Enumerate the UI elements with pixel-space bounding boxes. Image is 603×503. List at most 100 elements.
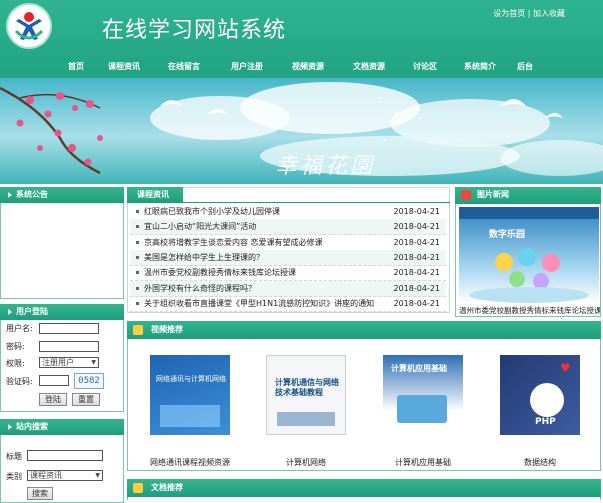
chevron-down-icon: ▼	[91, 359, 96, 366]
nav-item-docs[interactable]: 文档资源	[353, 61, 385, 72]
news-row[interactable]: 京高校将增教学生谈恋爱内容 恋爱课有望成必修课 2018-04-21	[130, 235, 446, 251]
nav-item-forum[interactable]: 讨论区	[413, 61, 437, 72]
bullet-icon	[136, 271, 139, 274]
news-header: 课程资讯	[127, 187, 183, 203]
photo-news-header: 图片新闻	[455, 187, 601, 204]
login-header: 用户登陆	[0, 304, 124, 320]
nav-item-video[interactable]: 视频资源	[292, 61, 324, 72]
video-cover-graphic	[160, 405, 220, 427]
news-header-line	[183, 202, 450, 203]
nav-item-home[interactable]: 首页	[68, 61, 84, 72]
password-label: 密码:	[6, 342, 25, 351]
news-item-title[interactable]: 红眼病已致我市个别小学及幼儿园停课	[144, 204, 280, 219]
link-separator: |	[527, 9, 531, 18]
add-favorite-link[interactable]: 加入收藏	[533, 9, 565, 18]
captcha-image[interactable]: 0582	[74, 373, 104, 389]
login-button[interactable]: 登陆	[39, 393, 67, 406]
video-cover[interactable]: 计算机应用基础	[383, 355, 463, 435]
role-label: 权限:	[6, 359, 25, 368]
bullet-icon	[136, 302, 139, 305]
top-links: 设为首页 | 加入收藏	[493, 8, 565, 19]
video-cover-text: 计算机应用基础	[391, 364, 447, 373]
news-row[interactable]: 宜山二小启动“阳光大课间”活动 2018-04-21	[130, 219, 446, 235]
video-cover-graphic	[277, 412, 335, 426]
video-cover-graphic	[530, 383, 564, 417]
news-item-title[interactable]: 京高校将增教学生谈恋爱内容 恋爱课有望成必修课	[144, 235, 323, 250]
news-title: 课程资讯	[137, 190, 169, 199]
video-cover-text: PHP	[535, 417, 556, 427]
nav-item-guestbook[interactable]: 在线留言	[168, 61, 200, 72]
username-input[interactable]	[39, 323, 99, 334]
news-row[interactable]: 红眼病已致我市个别小学及幼儿园停课 2018-04-21	[130, 204, 446, 220]
video-header: 视频推荐	[127, 321, 601, 339]
role-select[interactable]: 注册用户 ▼	[39, 357, 99, 368]
docs-header: 文档推荐	[127, 479, 601, 497]
video-label[interactable]: 数据结构	[496, 457, 584, 468]
bullet-icon	[136, 241, 139, 244]
site-title: 在线学习网站系统	[102, 18, 287, 43]
main-nav: 首页 课程资讯 在线留言 用户注册 视频资源 文档资源 讨论区 系统简介 后台	[0, 57, 603, 77]
bullet-icon	[136, 210, 139, 213]
news-row[interactable]: 温州市委党校副教授秀倩标来钱库论坛授课 2018-04-21	[130, 265, 446, 281]
news-item-title[interactable]: 宜山二小启动“阳光大课间”活动	[144, 219, 256, 234]
photo-icon	[461, 190, 471, 200]
nav-item-about[interactable]: 系统简介	[464, 61, 496, 72]
nav-item-register[interactable]: 用户注册	[231, 61, 263, 72]
news-row[interactable]: 关于组织收看市直播课堂《甲型H1N1流感防控知识》讲座的通知 2018-04-21	[130, 296, 446, 312]
set-home-link[interactable]: 设为首页	[493, 9, 525, 18]
chevron-down-icon: ▼	[95, 472, 100, 479]
username-label: 用户名:	[6, 324, 33, 333]
site-logo	[8, 5, 50, 47]
triangle-icon	[8, 423, 12, 430]
search-header: 站内搜索	[0, 419, 124, 435]
announcement-header: 系统公告	[0, 187, 124, 203]
search-button[interactable]: 搜索	[27, 487, 53, 500]
search-category-value: 课程资讯	[30, 471, 62, 480]
video-cover-graphic	[397, 395, 447, 423]
banner-image: 幸福花園	[0, 78, 603, 184]
search-category-label: 类别	[6, 472, 22, 481]
bullet-icon	[136, 256, 139, 259]
news-item-date: 2018-04-21	[393, 284, 441, 293]
nav-item-course-news[interactable]: 课程资讯	[108, 61, 140, 72]
video-cover-text: 网络通讯与计算机网络	[156, 375, 226, 383]
news-item-date: 2018-04-21	[393, 253, 441, 262]
news-item-date: 2018-04-21	[393, 207, 441, 216]
photo-news-caption[interactable]: 温州市委党校副教授秀倩标来钱库论坛授课	[459, 305, 600, 316]
news-row[interactable]: 外国学校有什么奇怪的课程吗？ 2018-04-21	[130, 281, 446, 297]
video-label[interactable]: 网络通讯课程视频资源	[146, 457, 234, 468]
banner-text: 幸福花園	[275, 154, 376, 179]
search-category-select[interactable]: 课程资讯 ▼	[27, 470, 103, 481]
docs-icon	[133, 483, 143, 493]
news-item-title[interactable]: 美国是怎样给中学生上生理课的？	[144, 250, 264, 265]
news-item-title[interactable]: 温州市委党校副教授秀倩标来钱库论坛授课	[144, 265, 296, 280]
news-item-title[interactable]: 关于组织收看市直播课堂《甲型H1N1流感防控知识》讲座的通知	[144, 296, 374, 311]
video-label[interactable]: 计算机网络	[262, 457, 350, 468]
search-title: 站内搜索	[16, 422, 48, 431]
news-item-title[interactable]: 外国学校有什么奇怪的课程吗？	[144, 281, 256, 296]
captcha-label: 验证码:	[6, 377, 33, 386]
search-title-input[interactable]	[27, 450, 103, 461]
password-input[interactable]	[39, 341, 99, 352]
video-cover[interactable]: PHP ♥	[500, 355, 580, 435]
triangle-icon	[8, 308, 12, 315]
triangle-icon	[8, 191, 12, 198]
video-cover[interactable]: 网络通讯与计算机网络	[150, 355, 230, 435]
photo-news-image[interactable]: 数字乐园	[459, 207, 599, 303]
news-item-date: 2018-04-21	[393, 299, 441, 308]
news-item-date: 2018-04-21	[393, 268, 441, 277]
site-header: 在线学习网站系统 设为首页 | 加入收藏 首页 课程资讯 在线留言 用户注册 视…	[0, 0, 603, 80]
video-icon	[133, 325, 143, 335]
reset-button[interactable]: 重置	[72, 393, 100, 406]
search-title-label: 标题	[6, 452, 22, 461]
login-title: 用户登陆	[16, 307, 48, 316]
bullet-icon	[136, 287, 139, 290]
captcha-input[interactable]	[39, 375, 69, 386]
nav-item-admin[interactable]: 后台	[517, 61, 533, 72]
role-select-value: 注册用户	[42, 358, 74, 367]
news-item-date: 2018-04-21	[393, 238, 441, 247]
news-item-date: 2018-04-21	[393, 222, 441, 231]
video-label[interactable]: 计算机应用基础	[379, 457, 467, 468]
news-row[interactable]: 美国是怎样给中学生上生理课的？ 2018-04-21	[130, 250, 446, 266]
video-cover[interactable]: 计算机通信与网络技术基础教程	[266, 355, 346, 435]
